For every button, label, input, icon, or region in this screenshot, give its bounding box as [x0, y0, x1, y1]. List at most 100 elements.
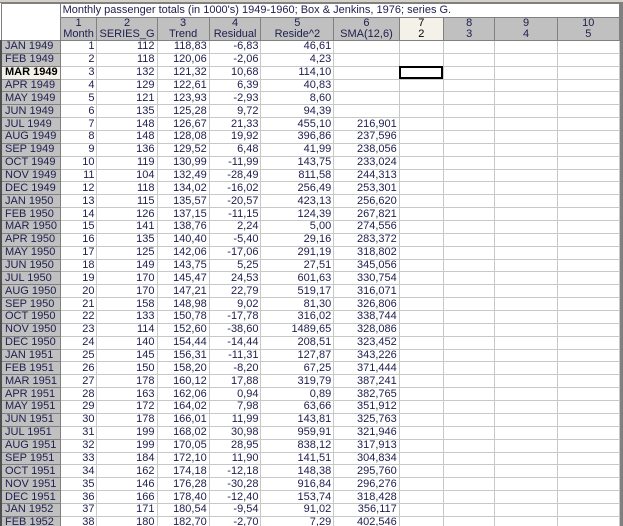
cell[interactable]: 148,38	[260, 464, 335, 479]
cell[interactable]	[398, 374, 444, 389]
cell[interactable]	[398, 310, 444, 324]
cell[interactable]	[398, 104, 444, 119]
cell[interactable]	[442, 502, 496, 517]
cell[interactable]	[442, 40, 496, 54]
cell[interactable]: 7,29	[260, 515, 335, 526]
cell[interactable]: 7,98	[208, 400, 262, 414]
cell[interactable]: 140,40	[156, 232, 210, 247]
cell[interactable]: 9,72	[208, 104, 262, 119]
cell[interactable]: 29	[59, 400, 98, 414]
cell[interactable]: 162,06	[156, 387, 210, 402]
cell[interactable]: 145,47	[156, 271, 210, 286]
cell[interactable]: 150	[96, 361, 158, 376]
active-cell[interactable]	[398, 65, 444, 80]
cell[interactable]	[398, 168, 444, 183]
cell[interactable]	[442, 284, 496, 299]
cell[interactable]: 0,89	[260, 387, 335, 402]
cell[interactable]: 163	[96, 387, 158, 402]
cell[interactable]: 118	[96, 181, 158, 196]
cell[interactable]: 119	[96, 155, 158, 170]
cell[interactable]: 156,31	[156, 348, 210, 363]
cell[interactable]: -28,49	[208, 168, 262, 183]
cell[interactable]: 31	[59, 425, 98, 440]
cell[interactable]: 145	[96, 348, 158, 363]
cell[interactable]	[442, 207, 496, 222]
row-header[interactable]: FEB 1950	[0, 207, 61, 222]
cell[interactable]	[398, 502, 444, 517]
cell[interactable]: 916,84	[260, 477, 335, 492]
row-header[interactable]: JUL 1949	[0, 117, 61, 132]
cell[interactable]: -9,54	[208, 502, 262, 517]
cell[interactable]: 304,834	[333, 451, 400, 466]
cell[interactable]: 959,91	[260, 425, 335, 440]
cell[interactable]: 149	[96, 258, 158, 273]
cell[interactable]	[442, 515, 496, 526]
cell[interactable]: 12	[59, 181, 98, 196]
cell[interactable]	[494, 515, 558, 526]
cell[interactable]	[556, 117, 620, 132]
cell[interactable]: 143,81	[260, 412, 335, 427]
cell[interactable]: 256,49	[260, 181, 335, 196]
column-header-8[interactable]: 83	[442, 17, 496, 41]
cell[interactable]: 135,57	[156, 194, 210, 209]
row-header[interactable]: AUG 1950	[0, 284, 61, 299]
cell[interactable]: 120,06	[156, 52, 210, 67]
cell[interactable]: 170	[96, 284, 158, 299]
row-header[interactable]: MAR 1949	[0, 65, 61, 80]
cell[interactable]: 118	[96, 52, 158, 67]
cell[interactable]	[494, 464, 558, 479]
cell[interactable]	[398, 387, 444, 402]
cell[interactable]	[494, 400, 558, 414]
cell[interactable]	[494, 297, 558, 312]
row-header[interactable]: APR 1949	[0, 78, 61, 93]
cell[interactable]: 126,67	[156, 117, 210, 132]
cell[interactable]	[556, 374, 620, 389]
cell[interactable]: 128,08	[156, 130, 210, 144]
cell[interactable]: 30,98	[208, 425, 262, 440]
cell[interactable]: 26	[59, 361, 98, 376]
cell[interactable]	[398, 155, 444, 170]
cell[interactable]: 283,372	[333, 232, 400, 247]
cell[interactable]: 123,93	[156, 91, 210, 106]
cell[interactable]	[442, 52, 496, 67]
cell[interactable]: 32	[59, 438, 98, 453]
cell[interactable]	[398, 142, 444, 157]
cell[interactable]: 115	[96, 194, 158, 209]
cell[interactable]: 148,98	[156, 297, 210, 312]
cell[interactable]: 132,49	[156, 168, 210, 183]
cell[interactable]: 3	[59, 65, 98, 80]
cell[interactable]: 18	[59, 258, 98, 273]
cell[interactable]: 41,99	[260, 142, 335, 157]
cell[interactable]	[398, 464, 444, 479]
cell[interactable]: 318,428	[333, 490, 400, 504]
row-header[interactable]: AUG 1949	[0, 130, 61, 144]
cell[interactable]: 238,056	[333, 142, 400, 157]
row-header[interactable]: SEP 1951	[0, 451, 61, 466]
cell[interactable]: 162	[96, 464, 158, 479]
cell[interactable]	[556, 490, 620, 504]
cell[interactable]: 170,05	[156, 438, 210, 453]
cell[interactable]: 140	[96, 335, 158, 350]
cell[interactable]	[556, 284, 620, 299]
cell[interactable]: -2,06	[208, 52, 262, 67]
cell[interactable]: 1489,65	[260, 322, 335, 337]
row-header[interactable]: JAN 1951	[0, 348, 61, 363]
cell[interactable]	[556, 142, 620, 157]
column-header-6[interactable]: 6 SMA(12,6)	[333, 17, 400, 41]
cell[interactable]: -8,20	[208, 361, 262, 376]
cell[interactable]: -11,31	[208, 348, 262, 363]
cell[interactable]	[556, 412, 620, 427]
cell[interactable]: 158,20	[156, 361, 210, 376]
cell[interactable]	[494, 181, 558, 196]
cell[interactable]	[442, 361, 496, 376]
cell[interactable]	[398, 194, 444, 209]
row-header[interactable]: NOV 1949	[0, 168, 61, 183]
cell[interactable]	[398, 40, 444, 54]
row-header[interactable]: FEB 1951	[0, 361, 61, 376]
cell[interactable]	[333, 91, 400, 106]
cell[interactable]	[442, 464, 496, 479]
cell[interactable]	[556, 245, 620, 260]
cell[interactable]: 8,60	[260, 91, 335, 106]
cell[interactable]: 325,763	[333, 412, 400, 427]
cell[interactable]	[494, 40, 558, 54]
